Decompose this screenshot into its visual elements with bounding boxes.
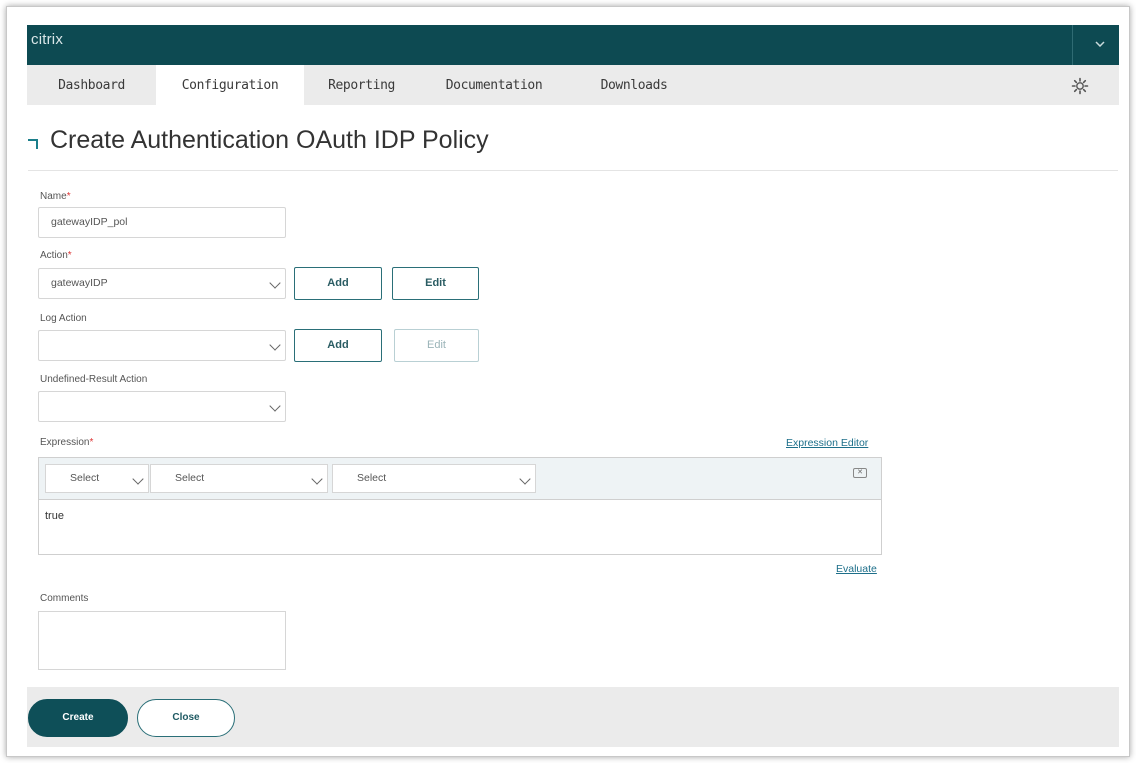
action-edit-button[interactable]: Edit [392, 267, 479, 300]
log-action-select[interactable] [38, 330, 286, 361]
expression-label: Expression* [40, 437, 94, 448]
chevron-down-icon [269, 339, 281, 351]
expression-editor-link[interactable]: Expression Editor [786, 437, 868, 449]
comments-label: Comments [40, 593, 89, 604]
expression-select-1[interactable]: Select [45, 464, 149, 493]
name-input[interactable]: gatewayIDP_pol [38, 207, 286, 238]
expression-input[interactable]: true [45, 510, 64, 522]
comments-textarea[interactable] [38, 611, 286, 670]
action-label: Action* [40, 250, 72, 261]
action-select[interactable]: gatewayIDP [38, 268, 286, 299]
back-corner-icon[interactable] [28, 138, 38, 149]
evaluate-link[interactable]: Evaluate [836, 563, 877, 575]
tab-configuration[interactable]: Configuration [156, 65, 304, 105]
title-divider [28, 170, 1118, 171]
page-title: Create Authentication OAuth IDP Policy [28, 126, 489, 155]
tab-downloads[interactable]: Downloads [569, 65, 699, 105]
chevron-down-icon[interactable] [1087, 31, 1113, 57]
tab-documentation[interactable]: Documentation [419, 65, 569, 105]
page-title-text: Create Authentication OAuth IDP Policy [50, 126, 489, 154]
expression-select-2[interactable]: Select [150, 464, 328, 493]
create-button[interactable]: Create [28, 699, 128, 737]
brand-logo: citrix [31, 31, 64, 48]
chevron-down-icon [269, 400, 281, 412]
expression-toolbar: Select Select Select ✕ [39, 458, 881, 500]
action-select-value: gatewayIDP [51, 277, 108, 289]
undefined-result-action-select[interactable] [38, 391, 286, 422]
expression-select-3-value: Select [357, 472, 387, 484]
action-add-button[interactable]: Add [294, 267, 382, 300]
clear-expression-icon[interactable]: ✕ [853, 468, 867, 478]
tab-dashboard[interactable]: Dashboard [27, 65, 156, 105]
expression-select-2-value: Select [175, 472, 205, 484]
form-footer: Create Close [27, 687, 1119, 747]
log-action-label: Log Action [40, 313, 87, 324]
top-bar: citrix [27, 25, 1119, 65]
expression-select-3[interactable]: Select [332, 464, 536, 493]
close-button[interactable]: Close [137, 699, 235, 737]
expression-select-1-value: Select [70, 472, 100, 484]
chevron-down-icon [311, 473, 323, 485]
gear-icon[interactable] [1071, 77, 1089, 95]
chevron-down-icon [132, 473, 144, 485]
expression-box: Select Select Select ✕ true [38, 457, 882, 555]
tab-reporting[interactable]: Reporting [304, 65, 419, 105]
undefined-result-action-label: Undefined-Result Action [40, 374, 148, 385]
log-action-edit-button[interactable]: Edit [394, 329, 479, 362]
topbar-divider [1072, 25, 1073, 65]
main-nav: Dashboard Configuration Reporting Docume… [27, 65, 1119, 105]
name-label: Name* [40, 191, 71, 202]
log-action-add-button[interactable]: Add [294, 329, 382, 362]
chevron-down-icon [519, 473, 531, 485]
chevron-down-icon [269, 277, 281, 289]
